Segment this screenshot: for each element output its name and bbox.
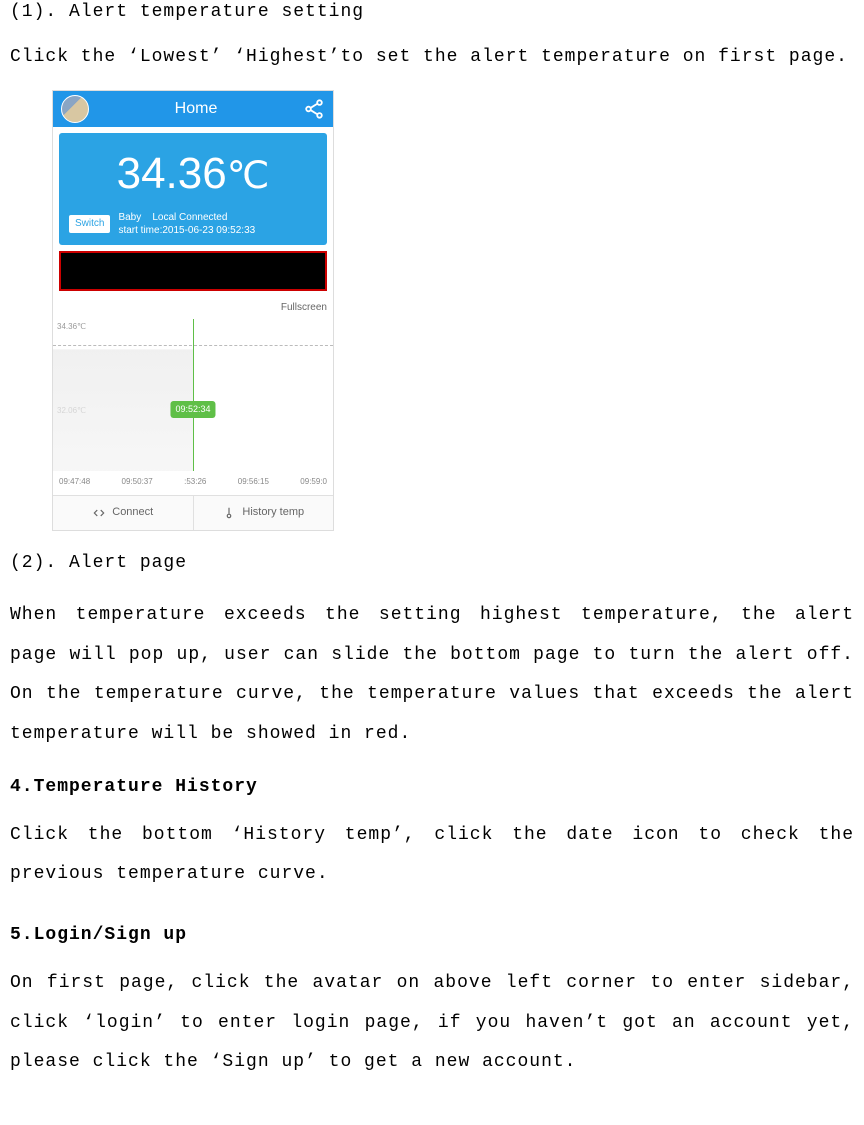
para-alert-page: When temperature exceeds the setting hig… <box>10 596 854 754</box>
tab-history-label: History temp <box>242 505 304 520</box>
temperature-display: 34.36℃ <box>59 143 327 205</box>
phone-screenshot: Home 34.36℃ Switch Baby Local Connected … <box>52 90 334 531</box>
page-title: Home <box>89 98 303 120</box>
label-start-time: start time:2015-06-23 09:52:33 <box>118 224 255 237</box>
tab-history-temp[interactable]: History temp <box>193 496 334 530</box>
tab-connect[interactable]: Connect <box>53 496 193 530</box>
temperature-chart: Fullscreen 34.36℃ 32.06℃ 09:52:34 09:47:… <box>53 297 333 495</box>
x-axis-labels: 09:47:48 09:50:37 :53:26 09:56:15 09:59:… <box>53 476 333 487</box>
share-icon[interactable] <box>303 98 325 120</box>
tab-connect-label: Connect <box>112 505 153 520</box>
avatar[interactable] <box>61 95 89 123</box>
chart-cursor-line <box>193 319 194 471</box>
fullscreen-button[interactable]: Fullscreen <box>281 301 327 315</box>
x-label-1: 09:50:37 <box>122 476 153 487</box>
y-axis-label-top: 34.36℃ <box>57 321 86 332</box>
heading-temperature-history: 4.Temperature History <box>10 775 854 800</box>
para-temperature-history: Click the bottom ‘History temp’, click t… <box>10 816 854 895</box>
thermometer-icon <box>222 506 236 520</box>
app-header: Home <box>53 91 333 127</box>
para-login-signup: On first page, click the avatar on above… <box>10 964 854 1083</box>
connect-icon <box>92 506 106 520</box>
temperature-card: 34.36℃ Switch Baby Local Connected start… <box>59 133 327 245</box>
temperature-value: 34.36 <box>117 149 227 198</box>
label-connected: Local Connected <box>152 212 227 223</box>
chart-time-badge: 09:52:34 <box>170 401 215 418</box>
heading-login-signup: 5.Login/Sign up <box>10 923 854 948</box>
x-label-2: :53:26 <box>184 476 206 487</box>
x-label-3: 09:56:15 <box>238 476 269 487</box>
redacted-highlight-bar <box>59 251 327 291</box>
temperature-sub-info: Baby Local Connected start time:2015-06-… <box>118 211 255 237</box>
temperature-sub-row: Switch Baby Local Connected start time:2… <box>59 211 327 237</box>
heading-alert-page: (2). Alert page <box>10 551 854 576</box>
para-alert-temp-setting: Click the ‘Lowest’ ‘Highest’to set the a… <box>10 45 854 70</box>
x-label-4: 09:59:0 <box>300 476 327 487</box>
temperature-unit: ℃ <box>227 155 270 197</box>
switch-button[interactable]: Switch <box>69 215 110 233</box>
bottom-tabs: Connect History temp <box>53 495 333 530</box>
label-baby: Baby <box>118 212 141 223</box>
x-label-0: 09:47:48 <box>59 476 90 487</box>
heading-alert-temp-setting: (1). Alert temperature setting <box>10 0 854 25</box>
